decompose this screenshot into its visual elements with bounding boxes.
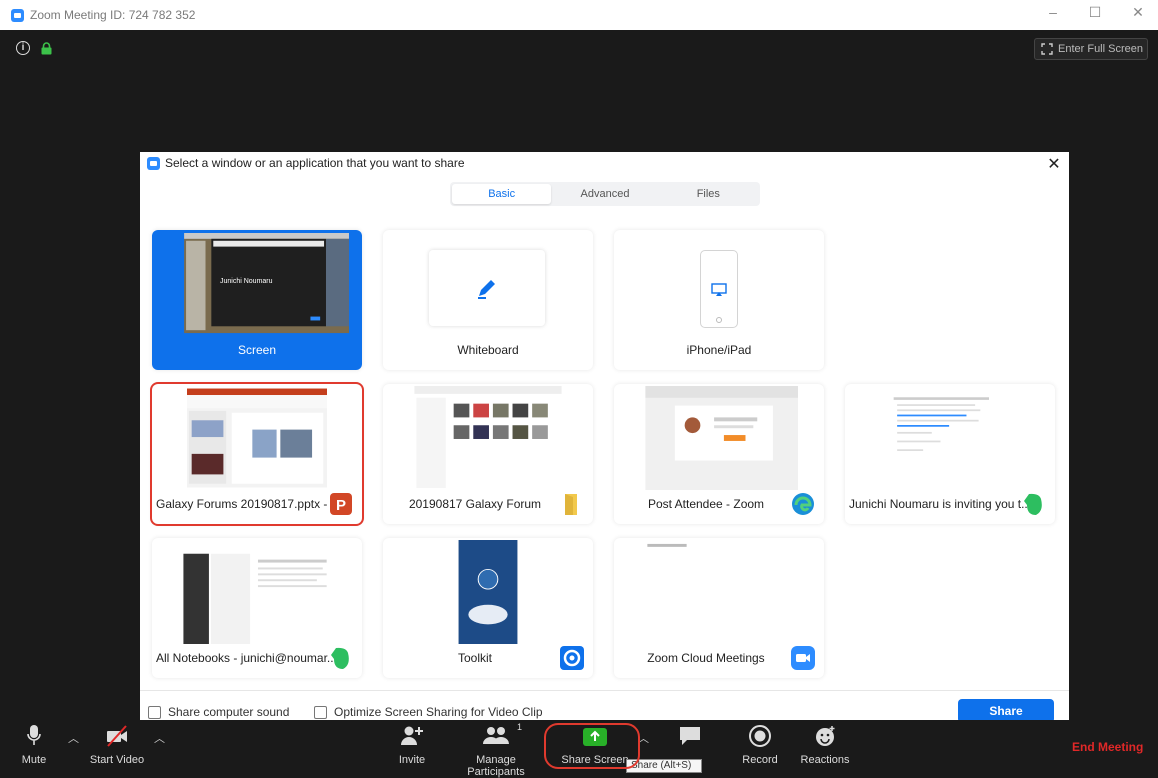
maximize-button[interactable]: ☐ bbox=[1085, 4, 1105, 21]
evernote-icon bbox=[328, 645, 354, 671]
share-tile-label: Screen bbox=[237, 343, 277, 357]
participants-icon bbox=[483, 727, 509, 744]
share-tile-whiteboard[interactable]: Whiteboard bbox=[383, 230, 593, 370]
manage-participants-label: Manage Participants bbox=[467, 754, 525, 778]
share-tile-iphone-ipad[interactable]: iPhone/iPad bbox=[614, 230, 824, 370]
window-title: Zoom Meeting ID: 724 782 352 bbox=[30, 8, 196, 22]
screen-thumb-text: Junichi Noumaru bbox=[220, 278, 273, 285]
close-window-button[interactable]: ✕ bbox=[1128, 4, 1148, 21]
fullscreen-label: Enter Full Screen bbox=[1058, 43, 1143, 55]
invite-label: Invite bbox=[398, 754, 426, 766]
share-tile-evernote-invite[interactable]: Junichi Noumaru is inviting you t... bbox=[845, 384, 1055, 524]
share-sound-checkbox[interactable]: Share computer sound bbox=[148, 705, 289, 719]
share-tile-label: Whiteboard bbox=[457, 343, 519, 357]
airplay-icon bbox=[711, 283, 727, 296]
participant-count: 1 bbox=[517, 722, 523, 732]
minimize-button[interactable]: – bbox=[1043, 4, 1063, 20]
invite-button[interactable]: Invite bbox=[394, 724, 430, 766]
reactions-label: Reactions bbox=[800, 754, 850, 766]
mute-label: Mute bbox=[21, 754, 47, 766]
share-tile-zoom-cloud[interactable]: Zoom Cloud Meetings bbox=[614, 538, 824, 678]
reactions-icon bbox=[816, 726, 835, 746]
powerpoint-icon: P bbox=[328, 491, 354, 517]
whiteboard-thumbnail bbox=[429, 250, 545, 326]
share-tile-screen[interactable]: Junichi Noumaru Screen bbox=[152, 230, 362, 370]
tab-files[interactable]: Files bbox=[659, 184, 758, 204]
folder-icon bbox=[559, 491, 585, 517]
zoom-logo-icon bbox=[11, 8, 24, 22]
encryption-lock-icon[interactable] bbox=[41, 42, 52, 55]
share-tile-evernote-notebooks[interactable]: All Notebooks - junichi@noumar... bbox=[152, 538, 362, 678]
start-video-label: Start Video bbox=[89, 754, 145, 766]
zoom-icon bbox=[790, 645, 816, 671]
folder-thumbnail bbox=[414, 386, 562, 490]
optimize-video-checkbox[interactable]: Optimize Screen Sharing for Video Clip bbox=[314, 705, 543, 719]
share-tile-toolkit[interactable]: Toolkit bbox=[383, 538, 593, 678]
pen-icon bbox=[478, 280, 495, 299]
info-icon[interactable]: i bbox=[16, 41, 30, 55]
video-off-icon bbox=[107, 725, 127, 747]
edge-icon bbox=[790, 491, 816, 517]
toolkit-icon bbox=[559, 645, 585, 671]
evernote-icon bbox=[1021, 491, 1047, 517]
record-icon bbox=[749, 725, 771, 747]
share-sound-label: Share computer sound bbox=[168, 705, 290, 719]
video-options-caret[interactable]: ︿ bbox=[154, 730, 165, 746]
window-titlebar: Zoom Meeting ID: 724 782 352 – ☐ ✕ bbox=[0, 0, 1158, 30]
tab-advanced[interactable]: Advanced bbox=[555, 184, 654, 204]
start-video-button[interactable]: Start Video bbox=[88, 724, 146, 766]
share-tile-label: iPhone/iPad bbox=[686, 343, 752, 357]
dialog-title: Select a window or an application that y… bbox=[165, 156, 465, 170]
zoom-cloud-thumbnail bbox=[645, 540, 798, 644]
checkbox-box[interactable] bbox=[314, 705, 327, 719]
dialog-header: Select a window or an application that y… bbox=[147, 156, 465, 170]
add-user-icon bbox=[401, 726, 423, 745]
evernote-notebooks-thumbnail bbox=[183, 540, 331, 644]
enter-full-screen-button[interactable]: Enter Full Screen bbox=[1034, 38, 1148, 60]
annotation-circle bbox=[544, 723, 640, 769]
record-button[interactable]: Record bbox=[740, 724, 780, 766]
phone-thumbnail bbox=[700, 250, 738, 328]
record-label: Record bbox=[742, 754, 778, 766]
share-tile-folder[interactable]: 20190817 Galaxy Forum bbox=[383, 384, 593, 524]
tab-basic[interactable]: Basic bbox=[452, 184, 552, 204]
share-tile-powerpoint[interactable]: Galaxy Forums 20190817.pptx - ... P bbox=[152, 384, 362, 524]
zoom-logo-icon bbox=[147, 156, 160, 170]
audio-options-caret[interactable]: ︿ bbox=[68, 730, 79, 746]
dialog-close-button[interactable]: ✕ bbox=[1047, 154, 1061, 174]
checkbox-box[interactable] bbox=[148, 705, 161, 719]
mute-button[interactable]: Mute bbox=[16, 724, 52, 766]
chat-icon bbox=[680, 727, 700, 745]
edge-thumbnail bbox=[645, 386, 798, 490]
evernote-invite-thumbnail bbox=[885, 392, 998, 484]
chat-button[interactable] bbox=[676, 724, 704, 754]
share-tile-edge[interactable]: Post Attendee - Zoom bbox=[614, 384, 824, 524]
share-screen-dialog: Select a window or an application that y… bbox=[140, 152, 1069, 730]
microphone-icon bbox=[27, 725, 41, 745]
toolkit-thumbnail bbox=[458, 540, 518, 644]
reactions-button[interactable]: Reactions bbox=[798, 724, 852, 766]
end-meeting-button[interactable]: End Meeting bbox=[1072, 740, 1143, 754]
optimize-label: Optimize Screen Sharing for Video Clip bbox=[334, 705, 543, 719]
powerpoint-thumbnail bbox=[187, 388, 327, 488]
share-tabs: Basic Advanced Files bbox=[450, 182, 760, 206]
svg-text:P: P bbox=[336, 497, 346, 514]
fullscreen-icon bbox=[1041, 43, 1053, 55]
